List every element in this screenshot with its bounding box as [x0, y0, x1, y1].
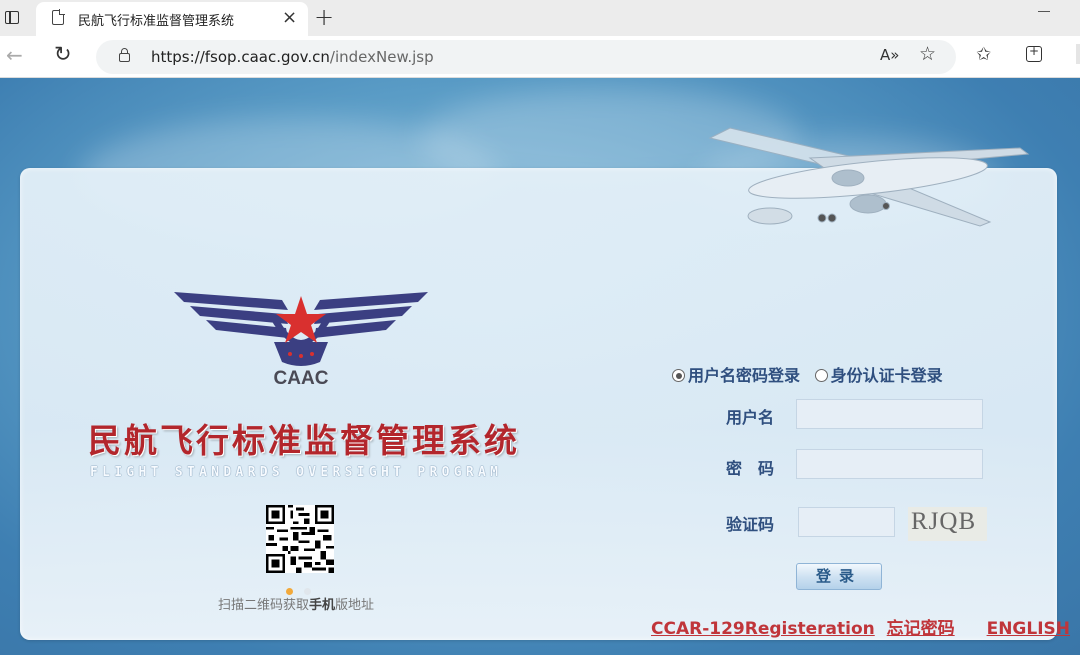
username-label: 用户名 — [726, 408, 775, 427]
username-input[interactable] — [796, 399, 983, 429]
qr-code-image — [266, 505, 334, 573]
login-type-selector: 用户名密码登录 身份认证卡登录 — [672, 362, 952, 386]
tab-close-icon[interactable]: × — [282, 7, 297, 29]
toolbar-edge — [1076, 44, 1080, 64]
forgot-password-link[interactable]: 忘记密码 — [887, 619, 955, 639]
logo-text: CAAC — [274, 368, 329, 388]
caac-logo: CAAC — [174, 292, 428, 388]
favorites-icon[interactable]: ✩ — [976, 44, 991, 65]
minimize-icon[interactable] — [1038, 11, 1050, 12]
radio-selected-icon[interactable] — [672, 369, 685, 382]
address-bar: ← ↻ https://fsop.caac.gov.cn/indexNew.js… — [0, 36, 1080, 78]
url-text[interactable]: https://fsop.caac.gov.cn/indexNew.jsp — [151, 48, 434, 66]
new-tab-button[interactable]: + — [314, 2, 334, 32]
login-button[interactable]: 登录 — [796, 563, 882, 590]
login-option-idcard[interactable]: 身份认证卡登录 — [814, 362, 943, 386]
page-subtitle: FLIGHT STANDARDS OVERSIGHT PROGRAM — [90, 465, 503, 480]
reload-icon[interactable]: ↻ — [54, 42, 72, 66]
english-link[interactable]: ENGLISH — [987, 619, 1070, 639]
page-icon — [52, 9, 65, 25]
collections-icon[interactable] — [1026, 44, 1042, 62]
qr-caption: 扫描二维码获取手机版地址 — [218, 598, 375, 613]
tab-title: 民航飞行标准监督管理系统 — [78, 14, 235, 29]
login-page: CAAC 民航飞行标准监督管理系统 FLIGHT STANDARDS OVERS… — [0, 78, 1080, 655]
url-field[interactable]: https://fsop.caac.gov.cn/indexNew.jsp A»… — [96, 40, 956, 74]
page-title: 民航飞行标准监督管理系统 — [88, 421, 520, 460]
airplane-image — [708, 127, 1030, 227]
password-label: 密 码 — [726, 459, 775, 478]
browser-tab[interactable]: 民航飞行标准监督管理系统 × — [36, 2, 308, 36]
registration-link[interactable]: CCAR-129Registeration — [651, 619, 875, 639]
read-aloud-icon[interactable]: A» — [880, 46, 899, 64]
add-favorite-icon[interactable]: ☆ — [919, 43, 936, 65]
tab-bar: 民航飞行标准监督管理系统 × + — [0, 0, 1080, 36]
footer-links: CCAR-129Registeration 忘记密码 ENGLISH — [651, 614, 1070, 639]
captcha-image[interactable]: RJQB — [908, 507, 987, 541]
back-arrow-icon[interactable]: ← — [6, 43, 23, 67]
lock-icon[interactable] — [119, 48, 130, 62]
password-input[interactable] — [796, 449, 983, 479]
login-option-password[interactable]: 用户名密码登录 — [672, 362, 800, 386]
radio-icon[interactable] — [814, 369, 828, 382]
tab-actions-icon[interactable] — [0, 0, 36, 36]
captcha-text: RJQB — [911, 508, 977, 535]
captcha-label: 验证码 — [726, 515, 775, 534]
captcha-input[interactable] — [798, 507, 895, 537]
